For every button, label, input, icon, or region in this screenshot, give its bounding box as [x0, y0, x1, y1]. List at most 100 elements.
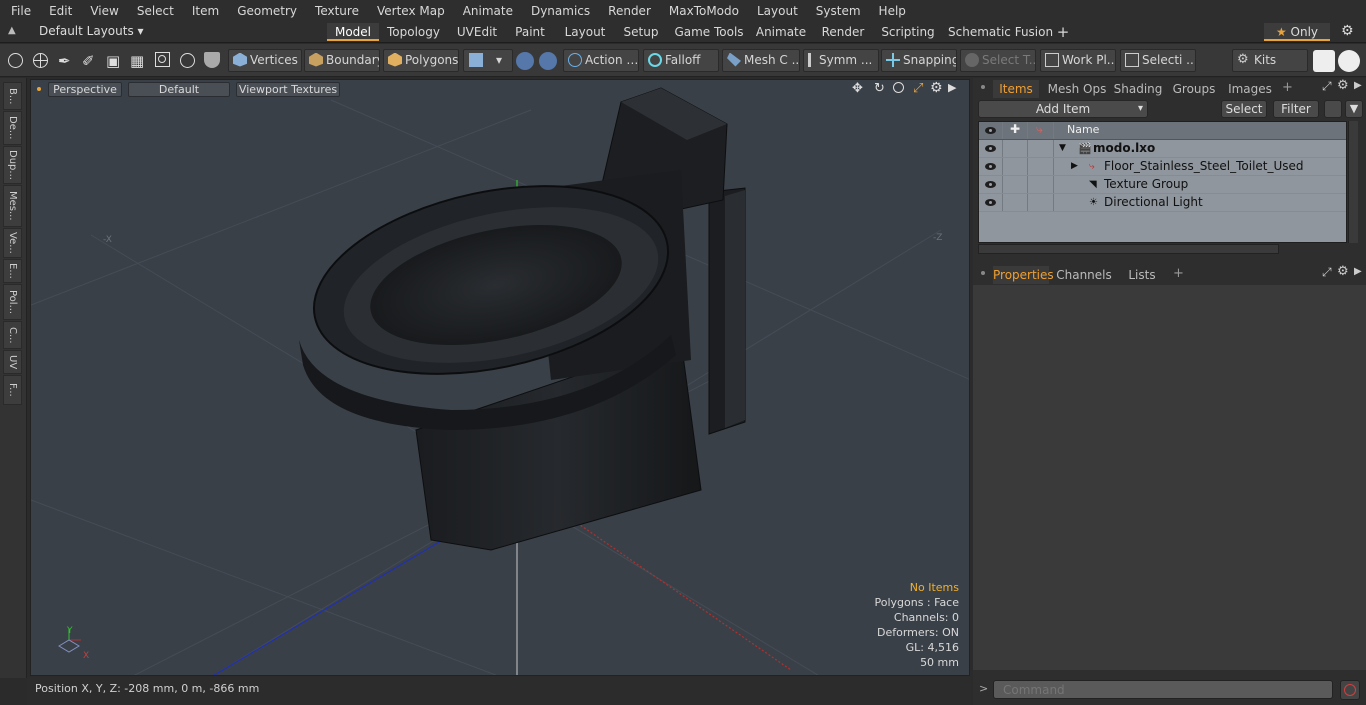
- add-props-tab-icon[interactable]: +: [1173, 266, 1184, 281]
- viewport-settings-icon[interactable]: ⚙: [930, 80, 943, 96]
- maximize-icon[interactable]: ⤢: [913, 81, 923, 96]
- vtab-polygon[interactable]: Pol...: [3, 284, 22, 320]
- tab-schematic-fusion[interactable]: Schematic Fusion: [948, 23, 1053, 41]
- expand-arrow-icon[interactable]: ▼: [1059, 140, 1066, 157]
- menu-view[interactable]: View: [79, 4, 125, 18]
- list-item[interactable]: ▶ ⤷ Floor_Stainless_Steel_Toilet_Used: [979, 158, 1346, 176]
- expand-arrow-icon[interactable]: ▶: [1071, 158, 1078, 175]
- menu-vertex-map[interactable]: Vertex Map: [366, 4, 452, 18]
- tab-channels[interactable]: Channels: [1055, 266, 1113, 284]
- menu-animate[interactable]: Animate: [452, 4, 520, 18]
- vtab-duplicate[interactable]: Dup...: [3, 146, 22, 184]
- select-through-button[interactable]: Select T...: [960, 49, 1036, 72]
- transform-icon[interactable]: ▣: [106, 52, 120, 70]
- add-panel-tab-icon[interactable]: +: [1282, 80, 1293, 95]
- material-button[interactable]: ▾: [463, 49, 513, 72]
- align-icon[interactable]: ▦: [130, 52, 144, 70]
- panel-expand-icon[interactable]: ▶: [1354, 80, 1362, 91]
- pen-icon[interactable]: ✒: [58, 52, 71, 70]
- lock-column-header[interactable]: ✚: [1003, 122, 1028, 139]
- visibility-column-header[interactable]: [979, 122, 1003, 139]
- selection-sets-button[interactable]: Selecti ...: [1120, 49, 1196, 72]
- record-icon[interactable]: [1340, 680, 1360, 700]
- workplane-button[interactable]: Work Pl...: [1040, 49, 1116, 72]
- vtab-vertex[interactable]: Ve...: [3, 228, 22, 258]
- eye-icon[interactable]: [985, 163, 996, 170]
- tab-paint[interactable]: Paint: [511, 23, 549, 41]
- kits-button[interactable]: ⚙ Kits: [1232, 49, 1308, 72]
- zoom-icon[interactable]: [893, 82, 904, 93]
- gear-icon[interactable]: ⚙: [1341, 23, 1354, 39]
- pie-icon[interactable]: [180, 53, 195, 68]
- 3d-viewport[interactable]: Y X -X -Z Perspective Default Viewport T…: [30, 79, 970, 676]
- panel-maximize-icon[interactable]: ⤢: [1322, 79, 1332, 94]
- layout-collapse-icon[interactable]: ▲: [8, 25, 20, 37]
- menu-dynamics[interactable]: Dynamics: [520, 4, 597, 18]
- props-expand-icon[interactable]: ▶: [1354, 266, 1362, 277]
- menu-select[interactable]: Select: [126, 4, 181, 18]
- view-perspective-button[interactable]: Perspective: [48, 82, 122, 97]
- command-input[interactable]: [993, 680, 1333, 699]
- tab-mesh-ops[interactable]: Mesh Ops: [1046, 80, 1108, 98]
- polygons-button[interactable]: Polygons: [383, 49, 459, 72]
- vtab-basic[interactable]: B...: [3, 82, 22, 110]
- viewport-expand-icon[interactable]: ▶: [948, 81, 956, 94]
- menu-item[interactable]: Item: [181, 4, 226, 18]
- tab-uvedit[interactable]: UVEdit: [453, 23, 501, 41]
- menu-file[interactable]: File: [0, 4, 38, 18]
- unity-icon[interactable]: [1313, 50, 1335, 72]
- eye-icon[interactable]: [985, 199, 996, 206]
- item-list-hscroll[interactable]: [978, 244, 1279, 254]
- view-shading-button[interactable]: Default: [128, 82, 230, 97]
- tab-render[interactable]: Render: [818, 23, 868, 41]
- menu-edit[interactable]: Edit: [38, 4, 79, 18]
- mesh-constraint-button[interactable]: Mesh C ...: [722, 49, 800, 72]
- eye-icon[interactable]: [985, 145, 996, 152]
- tab-model[interactable]: Model: [327, 23, 379, 41]
- collapse-list-icon[interactable]: [1324, 100, 1342, 118]
- symmetry-button[interactable]: Symm ...: [803, 49, 879, 72]
- tab-images[interactable]: Images: [1223, 80, 1277, 98]
- vertices-button[interactable]: Vertices: [228, 49, 302, 72]
- snapping-button[interactable]: Snapping: [881, 49, 957, 72]
- tab-topology[interactable]: Topology: [385, 23, 442, 41]
- select-button[interactable]: Select: [1221, 100, 1267, 118]
- type-column-header[interactable]: ⤷: [1028, 122, 1054, 139]
- tab-scripting[interactable]: Scripting: [880, 23, 936, 41]
- sym-x-icon[interactable]: [516, 52, 534, 70]
- vtab-fusion[interactable]: F...: [3, 375, 22, 405]
- list-item[interactable]: ▼ 🎬 modo.lxo: [979, 140, 1346, 158]
- tab-lists[interactable]: Lists: [1118, 266, 1166, 284]
- menu-texture[interactable]: Texture: [304, 4, 366, 18]
- tab-properties[interactable]: Properties: [993, 266, 1054, 284]
- square-circle-icon[interactable]: [155, 52, 170, 67]
- select-circle-icon[interactable]: [8, 53, 23, 68]
- props-settings-icon[interactable]: ⚙: [1337, 264, 1349, 279]
- filter-funnel-icon[interactable]: ▼: [1345, 100, 1363, 118]
- menu-geometry[interactable]: Geometry: [226, 4, 304, 18]
- add-tab-button[interactable]: +: [1054, 23, 1072, 41]
- list-item[interactable]: ☀ Directional Light: [979, 194, 1346, 212]
- vtab-curve[interactable]: C...: [3, 321, 22, 349]
- viewport-textures-button[interactable]: Viewport Textures: [236, 82, 340, 97]
- vtab-edge[interactable]: E...: [3, 259, 22, 283]
- tab-shading[interactable]: Shading: [1111, 80, 1165, 98]
- menu-help[interactable]: Help: [868, 4, 913, 18]
- shield-icon[interactable]: [204, 52, 220, 68]
- vtab-uv[interactable]: UV: [3, 350, 22, 374]
- brush-icon[interactable]: ✐: [82, 52, 95, 70]
- tab-groups[interactable]: Groups: [1168, 80, 1220, 98]
- menu-maxtomodo[interactable]: MaxToModo: [658, 4, 746, 18]
- boundary-button[interactable]: Boundary: [304, 49, 380, 72]
- vtab-deform[interactable]: De...: [3, 111, 22, 145]
- vtab-mesh-edit[interactable]: Mes...: [3, 185, 22, 227]
- action-button[interactable]: Action …: [563, 49, 639, 72]
- name-column-header[interactable]: Name: [1067, 123, 1099, 136]
- tab-game-tools[interactable]: Game Tools: [674, 23, 744, 41]
- globe-icon[interactable]: [33, 53, 48, 68]
- tab-items[interactable]: Items: [993, 80, 1039, 98]
- menu-layout[interactable]: Layout: [746, 4, 805, 18]
- item-list-scrollbar[interactable]: [1348, 121, 1358, 243]
- props-maximize-icon[interactable]: ⤢: [1322, 265, 1332, 280]
- eye-icon[interactable]: [985, 181, 996, 188]
